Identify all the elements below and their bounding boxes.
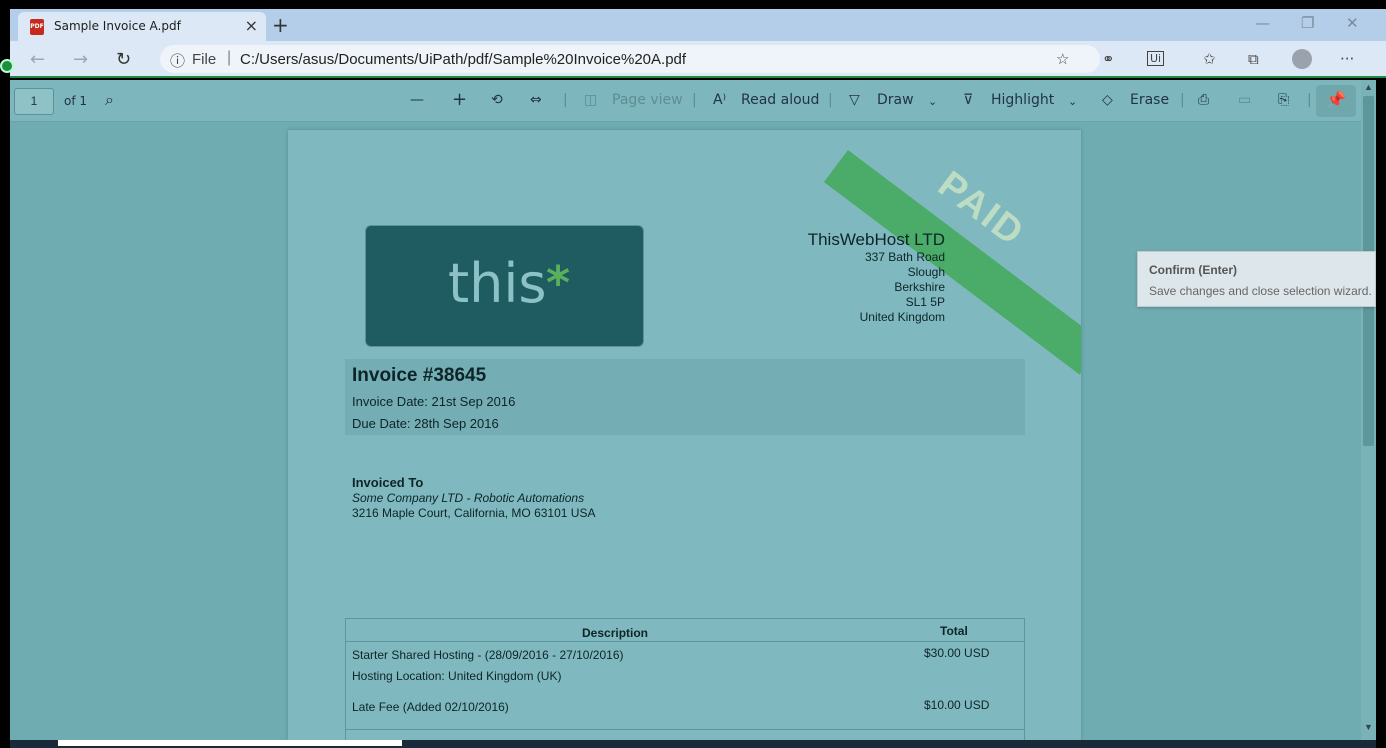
table-row-description: Starter Shared Hosting - (28/09/2016 - 2…	[352, 648, 624, 662]
more-menu-icon[interactable]: ···	[1340, 50, 1354, 68]
separator: |	[563, 92, 568, 108]
page-view-icon: ◫	[584, 92, 598, 108]
search-icon[interactable]: ⌕	[105, 90, 114, 110]
zoom-in-icon[interactable]: +	[452, 89, 467, 110]
erase-button[interactable]: Erase	[1130, 92, 1169, 108]
rotate-icon[interactable]: ⟲	[491, 92, 503, 108]
logo-text: this	[448, 252, 547, 315]
table-row-description: Hosting Location: United Kingdom (UK)	[352, 669, 562, 683]
invoice-number: Invoice #38645	[352, 365, 487, 386]
address-line: United Kingdom	[859, 310, 945, 324]
close-window-button[interactable]: ✕	[1346, 14, 1359, 32]
invoiced-to-title: Invoiced To	[352, 475, 424, 490]
invoiced-to-address: 3216 Maple Court, California, MO 63101 U…	[352, 506, 596, 520]
new-tab-button[interactable]: +	[272, 13, 289, 37]
page-view-button: Page view	[612, 92, 683, 108]
scroll-down-icon[interactable]: ▼	[1364, 722, 1373, 732]
separator: |	[1307, 92, 1312, 108]
confirm-tooltip: Confirm (Enter) Save changes and close s…	[1137, 251, 1376, 307]
tooltip-description: Save changes and close selection wizard.	[1149, 284, 1372, 298]
address-line: SL1 5P	[905, 295, 945, 309]
save-as-icon[interactable]: ⎘	[1278, 92, 1289, 108]
separator: |	[1180, 92, 1185, 108]
address-line: Slough	[907, 265, 945, 279]
company-name: ThisWebHost LTD	[807, 230, 945, 249]
page-number-input[interactable]: 1	[14, 88, 54, 115]
reload-icon[interactable]: ↻	[116, 49, 131, 70]
taskbar-search-box[interactable]	[58, 740, 402, 746]
pdf-file-icon: PDF	[30, 19, 44, 35]
top-border	[0, 0, 1386, 9]
tooltip-title: Confirm (Enter)	[1149, 263, 1237, 277]
tab-sample-invoice[interactable]: PDF Sample Invoice A.pdf ×	[18, 12, 266, 41]
fit-width-icon[interactable]: ⇔	[530, 92, 542, 108]
left-border	[0, 0, 10, 748]
separator: |	[828, 92, 833, 108]
company-address-block: ThisWebHost LTD 337 Bath Road Slough Ber…	[808, 230, 945, 325]
invoiced-to-company: Some Company LTD - Robotic Automations	[352, 491, 585, 505]
add-favorite-icon[interactable]: ☆	[1056, 50, 1069, 68]
address-line: 337 Bath Road	[864, 250, 945, 264]
tab-title: Sample Invoice A.pdf	[54, 19, 181, 33]
due-date: Due Date: 28th Sep 2016	[352, 416, 499, 431]
table-header-total: Total	[940, 624, 968, 638]
restore-button[interactable]: ❐	[1301, 14, 1314, 32]
favorites-icon[interactable]: ✩	[1203, 50, 1216, 68]
uipath-extension-icon[interactable]: Ui	[1147, 51, 1165, 66]
eraser-icon: ◇	[1102, 92, 1113, 108]
back-icon[interactable]: ←	[30, 49, 45, 70]
company-logo: this *	[365, 225, 644, 347]
tab-bar: PDF Sample Invoice A.pdf × + — ❐ ✕	[10, 9, 1386, 41]
draw-button[interactable]: Draw	[877, 92, 914, 108]
minimize-button[interactable]: —	[1255, 14, 1270, 32]
url-box[interactable]: ⓘ File | C:/Users/asus/Documents/UiPath/…	[160, 45, 1100, 73]
right-border	[1376, 80, 1386, 748]
read-aloud-icon: A⁾	[713, 92, 727, 108]
highlight-button[interactable]: Highlight	[991, 92, 1054, 108]
info-icon[interactable]: ⓘ	[170, 50, 185, 71]
pin-toolbar-icon[interactable]: 📌	[1316, 85, 1356, 117]
invoice-header-box: Invoice #38645 Invoice Date: 21st Sep 20…	[345, 359, 1025, 435]
profile-avatar[interactable]	[1292, 49, 1312, 69]
table-row-description: Late Fee (Added 02/10/2016)	[352, 700, 509, 714]
tab-close-button[interactable]: ×	[245, 16, 258, 35]
table-row-divider	[346, 729, 1024, 730]
scroll-up-icon[interactable]: ▲	[1364, 82, 1373, 92]
save-icon: ▭	[1238, 92, 1252, 108]
extension-icon[interactable]: ⚭	[1102, 50, 1115, 68]
highlight-icon: ⊽	[963, 92, 974, 108]
url-scheme: File	[192, 51, 217, 68]
recording-indicator-icon	[0, 59, 14, 73]
table-row-total: $30.00 USD	[924, 646, 990, 660]
forward-icon[interactable]: →	[73, 49, 88, 70]
pdf-page: PAID this * ThisWebHost LTD 337 Bath Roa…	[288, 130, 1081, 740]
read-aloud-button[interactable]: Read aloud	[741, 92, 819, 108]
url-separator: |	[227, 49, 232, 66]
draw-dropdown-chevron-icon[interactable]: ⌄	[928, 95, 937, 108]
highlight-dropdown-chevron-icon[interactable]: ⌄	[1068, 95, 1077, 108]
invoice-date: Invoice Date: 21st Sep 2016	[352, 394, 516, 409]
table-header-divider	[346, 641, 1024, 642]
table-row-total: $10.00 USD	[924, 698, 990, 712]
pdf-toolbar: 1 of 1 ⌕ — + ⟲ ⇔ | ◫ Page view | A⁾ Read…	[10, 80, 1366, 122]
page-count: of 1	[64, 94, 88, 108]
collections-icon[interactable]: ⧉	[1248, 50, 1259, 68]
url-text[interactable]: C:/Users/asus/Documents/UiPath/pdf/Sampl…	[240, 51, 686, 68]
table-header-description: Description	[582, 626, 649, 640]
invoice-items-table: Description Total Starter Shared Hosting…	[345, 618, 1025, 740]
separator: |	[692, 92, 697, 108]
address-bar: ← → ↻ ⓘ File | C:/Users/asus/Documents/U…	[10, 41, 1386, 78]
print-icon[interactable]: ⎙	[1198, 92, 1209, 108]
logo-star-icon: *	[546, 256, 571, 310]
zoom-out-icon[interactable]: —	[410, 92, 424, 108]
address-line: Berkshire	[894, 280, 945, 294]
draw-icon: ▽	[849, 92, 860, 108]
